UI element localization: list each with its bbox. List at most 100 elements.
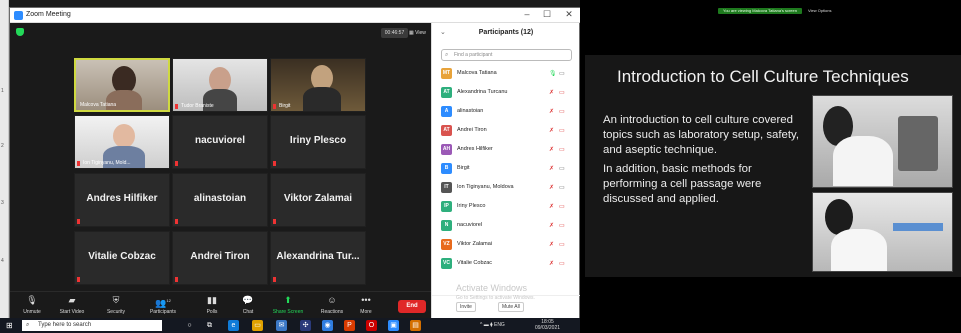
share-screen-icon: ⬆ [284, 295, 292, 305]
video-tile-andrei[interactable]: Andrei Tiron [172, 231, 268, 285]
participant-row[interactable]: AT Alexandrina Turcanu ✗ ▭ [441, 86, 576, 100]
mic-muted-icon: ✗ [549, 204, 555, 210]
video-tile-tudor[interactable]: Tudor Braniste [172, 58, 268, 112]
share-screen-button[interactable]: ⬆ Share Screen [268, 295, 308, 315]
participant-row[interactable]: IP Iriny Plesco ✗ ▭ [441, 200, 576, 214]
zoom-logo-icon [14, 11, 23, 20]
chat-button[interactable]: 💬 Chat [228, 295, 268, 315]
mic-muted-icon: ✗ [549, 242, 555, 248]
participant-row[interactable]: VZ Viktor Zalamai ✗ ▭ [441, 238, 576, 252]
video-status-icon: ▭ [559, 185, 565, 191]
system-tray[interactable]: ^ ▬ ⧫ ENG [480, 322, 505, 328]
unmute-button[interactable]: 🎙 Unmute [12, 295, 52, 315]
opera-icon[interactable]: O [366, 320, 377, 331]
participant-name: Andrei Tiron [457, 127, 487, 133]
photo-microscope [898, 116, 938, 171]
participants-button[interactable]: 👥12 Participants [143, 295, 183, 315]
view-label: View [415, 30, 426, 36]
video-tile-iriny[interactable]: Iriny Plesco [270, 115, 366, 169]
photo-lab-coat [833, 136, 893, 186]
close-button[interactable]: ✕ [562, 9, 576, 20]
taskbar-app-icon[interactable]: ⧉ [204, 320, 215, 331]
participant-avatar: IT [441, 182, 452, 193]
taskbar-clock[interactable]: 18:05 09/03/2021 [535, 319, 560, 331]
clock-date: 09/03/2021 [535, 325, 561, 331]
mic-muted-icon: ✗ [549, 261, 555, 267]
participant-name: Viktor Zalamai [283, 193, 353, 204]
participant-row[interactable]: B Birgit ✗ ▭ [441, 162, 576, 176]
participant-name: Andres Hilfiker [86, 193, 158, 204]
polls-icon: ▮▮ [207, 295, 217, 305]
file-explorer-icon[interactable]: ▭ [252, 320, 263, 331]
taskbar-search-input[interactable]: ⌕ Type here to search [22, 320, 162, 331]
muted-mic-icon [77, 161, 80, 166]
mic-muted-icon: ✗ [549, 90, 555, 96]
task-view-icon[interactable]: ○ [184, 320, 195, 331]
muted-mic-icon [273, 219, 276, 224]
video-tile-andres[interactable]: Andres Hilfiker [74, 173, 170, 227]
powerpoint-icon[interactable]: P [344, 320, 355, 331]
view-button[interactable]: ▦ View [409, 28, 429, 38]
video-tile-birgit[interactable]: Birgit [270, 58, 366, 112]
participant-row[interactable]: VC Vitalie Cobzac ✗ ▭ [441, 257, 576, 271]
photo-lab-coat [831, 229, 887, 271]
minimize-button[interactable]: – [520, 9, 534, 19]
video-tile-ion[interactable]: Ion Tiginyanu, Mold... [74, 115, 170, 169]
video-tile-alinastoian[interactable]: alinastoian [172, 173, 268, 227]
mic-muted-icon: ✗ [549, 223, 555, 229]
mail-icon[interactable]: ✉ [276, 320, 287, 331]
muted-mic-icon: 🎙 [26, 295, 38, 305]
row-number: 1 [1, 88, 4, 94]
participant-row[interactable]: MT Malcova Tatiana 🎙 ▭ [441, 67, 576, 81]
mute-all-button[interactable]: Mute All [498, 302, 524, 312]
mic-muted-icon: ✗ [549, 185, 555, 191]
end-meeting-button[interactable]: End [398, 300, 426, 313]
participant-avatar: MT [441, 68, 452, 79]
video-tile-nacuviorel[interactable]: nacuviorel [172, 115, 268, 169]
participant-row[interactable]: IT Ion Tiginyanu, Moldova ✗ ▭ [441, 181, 576, 195]
polls-button[interactable]: ▮▮ Polls [192, 295, 232, 315]
activate-windows-watermark: Activate Windows [456, 283, 528, 293]
chevron-down-icon[interactable]: ⌄ [440, 23, 446, 43]
video-tile-malcova[interactable]: Malcova Tatiana [74, 58, 170, 112]
activate-windows-subtitle: Go to Settings to activate Windows. [456, 295, 535, 301]
invite-button[interactable]: Invite [456, 302, 476, 312]
row-number: 3 [1, 200, 4, 206]
mic-on-icon: 🎙 [549, 71, 557, 77]
chat-icon: 💬 [242, 295, 254, 305]
participant-avatar: AT [441, 125, 452, 136]
video-tile-alexandrina[interactable]: Alexandrina Tur... [270, 231, 366, 285]
participant-row[interactable]: Nnacuviorel ✗ ▭ [441, 219, 576, 233]
more-button[interactable]: ••• More [346, 295, 386, 315]
image-viewer-icon[interactable]: ▤ [410, 320, 421, 331]
zoom-taskbar-icon[interactable]: ▣ [388, 320, 399, 331]
teams-icon[interactable]: ✣ [300, 320, 311, 331]
video-tile-vitalie[interactable]: Vitalie Cobzac [74, 231, 170, 285]
participant-row[interactable]: AH Andres Hilfiker ✗ ▭ [441, 143, 576, 157]
video-tile-viktor[interactable]: Viktor Zalamai [270, 173, 366, 227]
participant-name: nacuviorel [457, 222, 483, 228]
video-status-icon: ▭ [559, 223, 565, 229]
search-icon: ⌕ [445, 52, 449, 58]
participant-name: Alexandrina Tur... [276, 251, 360, 262]
participant-row[interactable]: Aalinastoian ✗ ▭ [441, 105, 576, 119]
chrome-icon[interactable]: ◉ [322, 320, 333, 331]
video-gallery: 00:46:57 ▦ View Malcova Tatiana Tudor Br… [10, 23, 431, 291]
photo-glove [893, 223, 943, 231]
participant-name: Birgit [457, 165, 470, 171]
window-title: Zoom Meeting [26, 11, 71, 18]
row-number: 2 [1, 143, 4, 149]
start-video-button[interactable]: ▰ Start Video [52, 295, 92, 315]
participant-avatar: A [441, 106, 452, 117]
shield-icon: ⛨ [112, 295, 120, 305]
participant-name: Andres Hilfiker [457, 146, 493, 152]
encryption-shield-icon[interactable] [16, 28, 24, 36]
windows-start-icon[interactable]: ⊞ [6, 321, 13, 330]
maximize-button[interactable]: ☐ [540, 9, 554, 20]
edge-icon[interactable]: e [228, 320, 239, 331]
find-participant-input[interactable]: ⌕ Find a participant [441, 49, 572, 61]
view-options-button[interactable]: View Options [808, 8, 834, 14]
participant-row[interactable]: AT Andrei Tiron ✗ ▭ [441, 124, 576, 138]
security-button[interactable]: ⛨ Security [96, 295, 136, 315]
tile-label: Tudor Braniste [181, 103, 214, 109]
